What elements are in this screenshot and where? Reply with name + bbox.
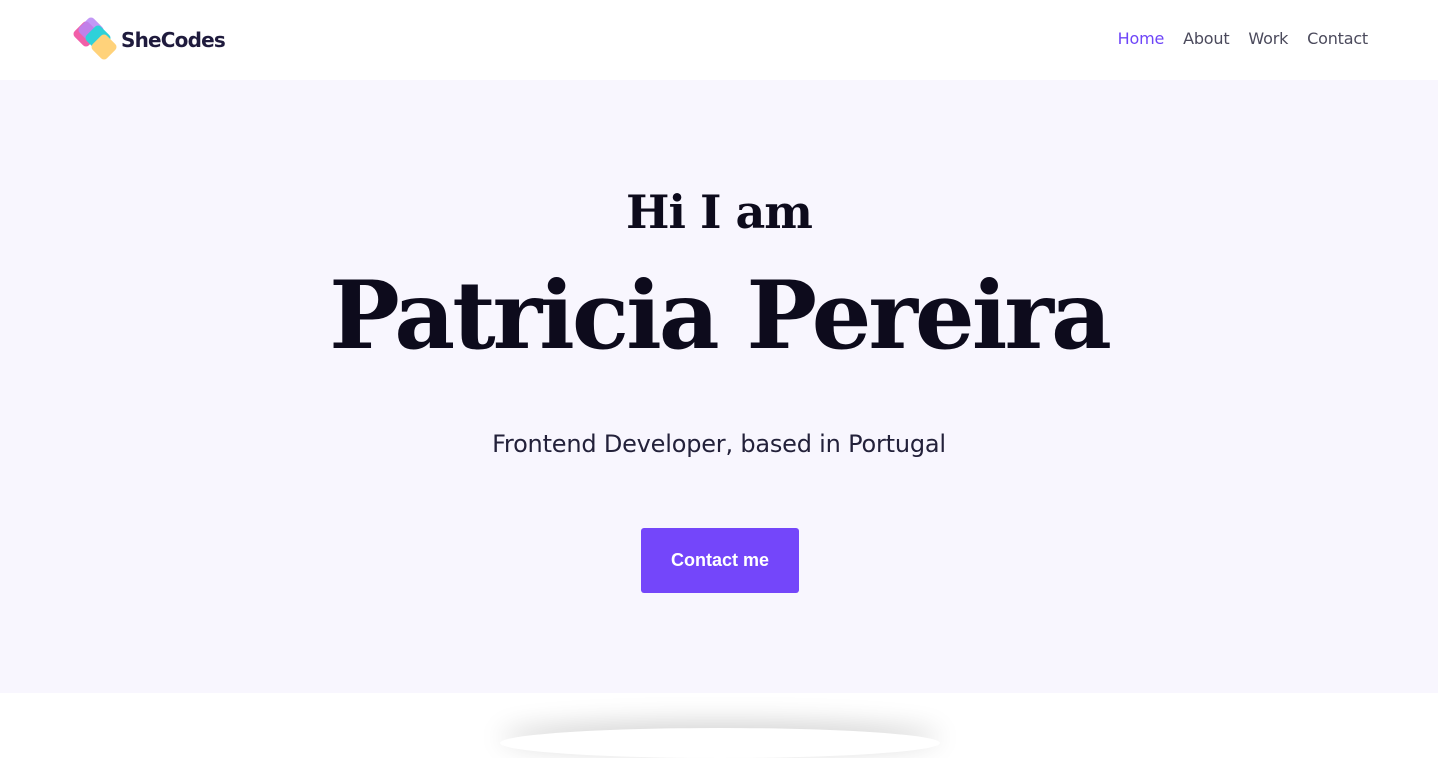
nav-about-link[interactable]: About — [1183, 29, 1230, 48]
shecodes-logo-icon — [71, 15, 119, 62]
shecodes-logo[interactable]: SheCodes — [71, 15, 226, 62]
site-header: SheCodes Home About Work Contact — [0, 0, 1438, 80]
logo-text: SheCodes — [121, 28, 226, 52]
next-section-card-edge — [500, 728, 940, 758]
hero-section: Hi I am Patricia Pereira Frontend Develo… — [0, 80, 1438, 693]
nav-home-link[interactable]: Home — [1118, 29, 1165, 48]
hero-tagline: Frontend Developer, based in Portugal — [492, 430, 946, 458]
contact-me-button[interactable]: Contact me — [641, 528, 799, 593]
hero-name: Patricia Pereira — [329, 261, 1112, 371]
nav-work-link[interactable]: Work — [1248, 29, 1288, 48]
nav-contact-link[interactable]: Contact — [1307, 29, 1368, 48]
hero-intro: Hi I am — [626, 185, 813, 239]
main-nav: Home About Work Contact — [1118, 29, 1369, 48]
